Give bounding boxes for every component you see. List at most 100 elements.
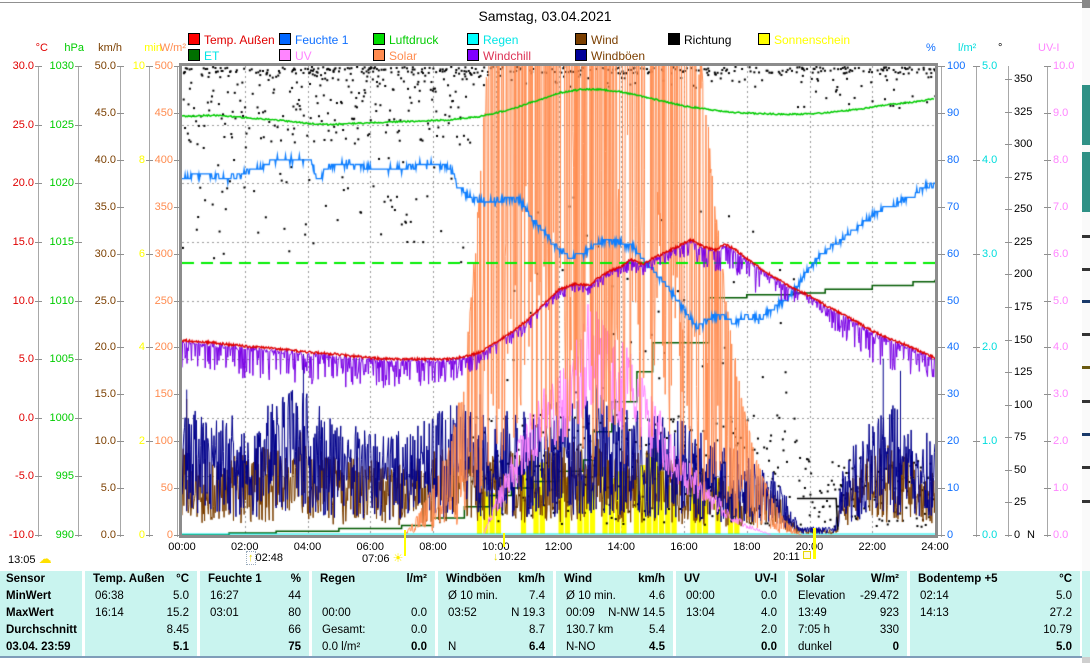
- stats-cell: 7:05 h330: [788, 622, 907, 639]
- axis-tick: [1005, 209, 1012, 210]
- cell-text: 130.7 km: [556, 622, 613, 639]
- stats-col-header: Windkm/h: [556, 571, 673, 588]
- sliver-segment: [1082, 500, 1090, 503]
- axis-tick: [938, 301, 945, 302]
- axis-tick: [938, 394, 945, 395]
- axis-tick: [1044, 160, 1051, 161]
- axis-tick: [1005, 274, 1012, 275]
- axis-tick: [1044, 207, 1051, 208]
- axis-tick: [973, 254, 980, 255]
- axis-tick-label: 5.0: [982, 60, 1026, 72]
- cell-text: 16:14: [85, 605, 124, 622]
- legend-swatch: [575, 49, 587, 61]
- axis-tick: [938, 160, 945, 161]
- axis-tick-label: 150: [1014, 334, 1058, 346]
- axis-tick-label: 4.0: [982, 154, 1026, 166]
- legend-item-temp-au-en: Temp. Außen: [188, 33, 275, 46]
- header-text: Temp. Außen: [85, 571, 165, 588]
- cell-text: 0.0: [411, 605, 435, 622]
- axis-tick-label: 25.0: [0, 119, 34, 131]
- axis-tick: [1044, 301, 1051, 302]
- axis-tick-label: 250: [129, 295, 173, 307]
- sunset-icon: [803, 551, 811, 559]
- sliver-segment: [1082, 466, 1090, 469]
- axis-tick-label: 995: [30, 470, 74, 482]
- stats-col-7: SolarW/m²Elevation-29.47213:499237:05 h3…: [788, 571, 910, 656]
- axis-tick-label: 200: [129, 341, 173, 353]
- cell-text: 0.0 l/m²: [312, 639, 360, 656]
- legend-swatch: [373, 49, 385, 61]
- page-title: Samstag, 03.04.2021: [0, 8, 1090, 24]
- axis-tick: [1044, 347, 1051, 348]
- axis-tick-label: -10.0: [0, 529, 34, 541]
- cell-text: Ø 10 min.: [556, 588, 616, 605]
- stats-cell: Ø 10 min. 4.6: [556, 588, 673, 605]
- x-axis-label: 14:00: [601, 541, 641, 553]
- axis-tick-label: 50: [947, 295, 991, 307]
- stats-cell: 13:044.0: [676, 605, 785, 622]
- cell-text: [200, 622, 210, 639]
- axis-tick-label: 1000: [30, 412, 74, 424]
- legend-item-windchill: Windchill: [467, 49, 531, 62]
- cell-text: -29.472: [860, 588, 907, 605]
- stats-cell: 13:49923: [788, 605, 907, 622]
- axis-tick-label: 75: [1014, 431, 1058, 443]
- axis-line-pct: [941, 66, 942, 537]
- sunset-time: 20:11: [773, 551, 800, 563]
- stats-cell: 10.79: [910, 622, 1080, 639]
- sliver-segment: [1082, 268, 1090, 271]
- cell-text: 0.0: [761, 588, 785, 605]
- moonset-annotation: ↓10:22: [493, 551, 526, 563]
- axis-tick: [1005, 372, 1012, 373]
- stats-col-3: Regenl/m²00:000.0Gesamt:0.00.0 l/m²0.0: [312, 571, 438, 656]
- axis-tick-label: 1025: [30, 119, 74, 131]
- axis-tick: [1005, 437, 1012, 438]
- axis-tick: [117, 113, 124, 114]
- cell-text: 5.4: [649, 622, 673, 639]
- axis-tick-label: 1005: [30, 353, 74, 365]
- stats-cell: 130.7 km 5.4: [556, 622, 673, 639]
- weather-chart-page: Samstag, 03.04.2021 °C30.025.020.015.010…: [0, 0, 1090, 663]
- moonrise-time: 02:48: [256, 552, 284, 564]
- cell-text: 4.0: [761, 605, 785, 622]
- moon-phase-time: 13:05: [8, 554, 36, 566]
- axis-tick: [1044, 535, 1051, 536]
- top-divider: [0, 2, 1090, 3]
- legend-swatch: [188, 49, 200, 61]
- axis-tick-label: 10: [947, 482, 991, 494]
- legend-item-luftdruck: Luftdruck: [373, 33, 438, 46]
- cell-text: 4.6: [649, 588, 673, 605]
- stats-col-header: Temp. Außen °C: [85, 571, 197, 588]
- legend-swatch: [467, 49, 479, 61]
- axis-tick-label: 450: [129, 107, 173, 119]
- axis-tick-label: 0.0: [0, 412, 34, 424]
- row-label: 03.04. 23:59: [0, 639, 82, 656]
- axis-tick: [1005, 470, 1012, 471]
- stats-cell: 03:0180: [200, 605, 309, 622]
- sliver-segment: [1082, 433, 1090, 436]
- stats-col-6: UVUV-I00:000.013:044.02.00.0: [676, 571, 788, 656]
- x-axis-label: 24:00: [915, 541, 955, 553]
- axis-tick-label: 325: [1014, 106, 1058, 118]
- cell-text: Elevation: [788, 588, 845, 605]
- sliver-segment: [1082, 657, 1090, 663]
- stats-col-header: Windböenkm/h: [438, 571, 553, 588]
- legend-label: Windböen: [591, 49, 645, 63]
- header-text: °C: [176, 571, 197, 588]
- axis-tick: [938, 113, 945, 114]
- stats-col-header: Regenl/m²: [312, 571, 435, 588]
- header-text: UV: [676, 571, 700, 588]
- x-axis-label: 00:00: [162, 541, 202, 553]
- axis-unit-wm2: W/m²: [142, 42, 186, 54]
- axis-tick-label: 500: [129, 60, 173, 72]
- legend-swatch: [668, 33, 680, 45]
- legend-label: ET: [204, 49, 219, 63]
- cell-text: 7:05 h: [788, 622, 830, 639]
- cell-text: 2.0: [761, 622, 785, 639]
- cell-text: N-NW 14.5: [608, 605, 673, 622]
- legend-swatch: [758, 33, 770, 45]
- axis-tick: [973, 441, 980, 442]
- cell-text: 13:49: [788, 605, 827, 622]
- axis-unit-uv: UV-I: [1038, 42, 1082, 54]
- cell-text: 10.79: [1043, 622, 1080, 639]
